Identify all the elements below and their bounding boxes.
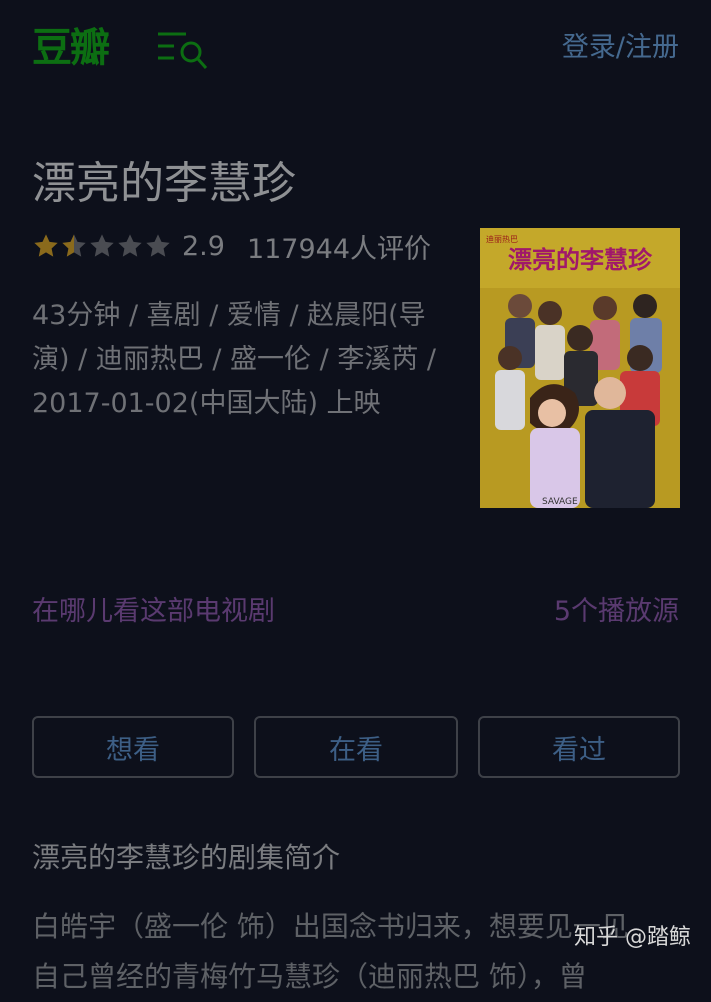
- play-sources-link[interactable]: 5个播放源: [554, 590, 679, 634]
- menu-search-icon[interactable]: [156, 28, 210, 72]
- watched-button[interactable]: 看过: [478, 716, 680, 778]
- zhihu-watermark: 知乎 @踏鲸: [574, 925, 691, 950]
- star-empty-icon: [146, 234, 170, 257]
- star-half-icon: [62, 234, 86, 257]
- login-register-link[interactable]: 登录/注册: [562, 28, 679, 68]
- rating-stars: [32, 232, 172, 260]
- rating-score: 2.9: [182, 230, 225, 262]
- douban-logo[interactable]: 豆瓣: [32, 22, 110, 74]
- star-icon: [34, 234, 58, 257]
- show-meta: 43分钟 / 喜剧 / 爱情 / 赵晨阳(导演) / 迪丽热巴 / 盛一伦 / …: [32, 300, 436, 419]
- star-empty-icon: [90, 234, 114, 257]
- top-bar: 豆瓣 登录/注册: [0, 0, 711, 100]
- poster-image[interactable]: 迪丽热巴 漂亮的李慧珍 SAVAGE: [480, 228, 680, 508]
- intro-line-2: 自己曾经的青梅竹马慧珍（迪丽热巴 饰），曾: [32, 960, 587, 993]
- intro-section-title: 漂亮的李慧珍的剧集简介: [32, 841, 341, 874]
- show-title: 漂亮的李慧珍: [32, 158, 296, 209]
- watching-button[interactable]: 在看: [254, 716, 458, 778]
- star-empty-icon: [118, 234, 142, 257]
- where-to-watch-link[interactable]: 在哪儿看这部电视剧: [32, 590, 275, 634]
- poster-name-1: 迪丽热巴: [486, 234, 518, 244]
- poster-title-art: 漂亮的李慧珍: [508, 246, 653, 274]
- rating-row: 2.9 117944人评价: [32, 226, 431, 266]
- svg-text:SAVAGE: SAVAGE: [542, 497, 578, 507]
- want-to-watch-button[interactable]: 想看: [32, 716, 234, 778]
- rating-count[interactable]: 117944人评价: [247, 227, 431, 266]
